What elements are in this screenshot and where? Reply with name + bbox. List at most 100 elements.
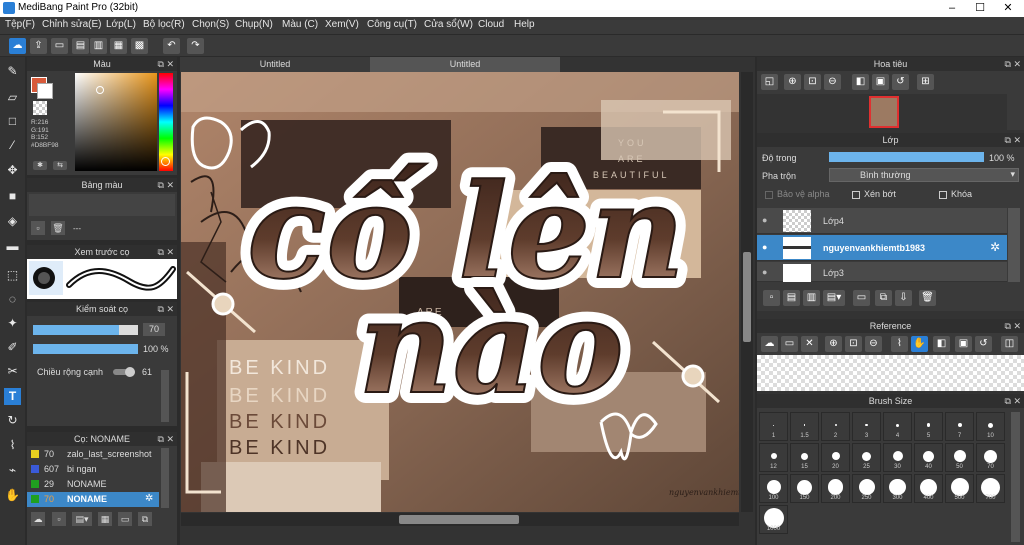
gradient-tool-icon[interactable]: ▬ bbox=[4, 238, 21, 255]
horizontal-scrollbar[interactable] bbox=[181, 513, 739, 526]
add-brush-icon[interactable]: ▤▾ bbox=[72, 512, 92, 526]
brush-opacity-slider[interactable] bbox=[33, 344, 138, 354]
brush-size-option[interactable]: 150 bbox=[790, 474, 819, 503]
layer-scrollbar[interactable] bbox=[1008, 208, 1020, 282]
ref-options-icon[interactable]: ◫ bbox=[1001, 336, 1018, 352]
menu-select[interactable]: Chọn(S) bbox=[192, 19, 229, 30]
shape-tool-icon[interactable]: □ bbox=[4, 113, 21, 130]
edge-width-toggle[interactable] bbox=[113, 367, 135, 377]
brush-size-option[interactable]: 15 bbox=[790, 443, 819, 472]
cloud-icon[interactable]: ☁ bbox=[9, 38, 26, 54]
brush-folder-icon[interactable]: ▭ bbox=[118, 512, 132, 526]
hand-tool-icon[interactable]: ✋ bbox=[4, 487, 21, 504]
artwork-canvas[interactable]: YOU ARE BEAUTIFUL ARE BE KIND BE KIND BE… bbox=[181, 72, 739, 512]
brush-size-option[interactable]: 1.5 bbox=[790, 412, 819, 441]
vertical-scroll-thumb[interactable] bbox=[743, 252, 751, 342]
undo-icon[interactable]: ↶ bbox=[163, 38, 180, 54]
brush-size-option[interactable]: 25 bbox=[852, 443, 881, 472]
new-layer-1bit-icon[interactable]: ▥ bbox=[803, 290, 820, 306]
brush-size-option[interactable]: 12 bbox=[759, 443, 788, 472]
layer-row-selected[interactable]: ● nguyenvankhiemtb1983 ✲ bbox=[757, 235, 1007, 261]
folder-icon[interactable]: ▭ bbox=[853, 290, 870, 306]
navigator-options-icon[interactable]: ⊞ bbox=[917, 74, 934, 90]
new-layer-icon[interactable]: ▫ bbox=[763, 290, 780, 306]
brush-size-option[interactable]: 2 bbox=[821, 412, 850, 441]
menu-tools[interactable]: Công cụ(T) bbox=[367, 19, 417, 30]
brush-size-option[interactable]: 200 bbox=[821, 474, 850, 503]
navigator-thumbnail[interactable] bbox=[869, 96, 899, 128]
blend-mode-select[interactable]: Bình thường ▾ bbox=[829, 168, 1019, 182]
document-icon[interactable]: ▥ bbox=[90, 38, 107, 54]
brush-size-option[interactable]: 4 bbox=[883, 412, 912, 441]
close-ref-icon[interactable]: ✕ bbox=[801, 336, 818, 352]
brush-size-option[interactable]: 5 bbox=[914, 412, 943, 441]
eyedropper-icon[interactable]: ⌇ bbox=[4, 437, 21, 454]
ref-fit-window-icon[interactable]: ▣ bbox=[955, 336, 972, 352]
menu-cloud[interactable]: Cloud bbox=[478, 19, 504, 30]
color-swap-button[interactable]: ⇆ bbox=[53, 161, 67, 170]
frames-icon[interactable]: ▦ bbox=[110, 38, 127, 54]
menu-color[interactable]: Màu (C) bbox=[282, 19, 318, 30]
fit-icon[interactable]: ▣ bbox=[872, 74, 889, 90]
eraser-tool-icon[interactable]: ▱ bbox=[4, 89, 21, 106]
cloud-ref-icon[interactable]: ☁ bbox=[761, 336, 778, 352]
new-brush-icon[interactable]: ▫ bbox=[52, 512, 66, 526]
redo-icon[interactable]: ↷ bbox=[187, 38, 204, 54]
brush-size-option[interactable]: 70 bbox=[976, 443, 1005, 472]
brush-list-item[interactable]: 607 bi ngan bbox=[27, 462, 159, 477]
merge-layer-icon[interactable]: ⇩ bbox=[895, 290, 912, 306]
ref-fit-icon[interactable]: ⊡ bbox=[845, 336, 862, 352]
page-icon[interactable]: ▤ bbox=[72, 38, 89, 54]
rotate-icon[interactable]: ↺ bbox=[892, 74, 909, 90]
brush-list-item-selected[interactable]: 70 NONAME ✲ bbox=[27, 492, 159, 507]
eye-icon[interactable]: ● bbox=[762, 267, 767, 277]
brush-size-value[interactable]: 70 bbox=[143, 323, 165, 336]
brush-size-option[interactable]: 10 bbox=[976, 412, 1005, 441]
menu-edit[interactable]: Chỉnh sửa(E) bbox=[42, 19, 102, 30]
brush-size-option[interactable]: 500 bbox=[945, 474, 974, 503]
ref-zoom-out-icon[interactable]: ⊖ bbox=[865, 336, 882, 352]
layer-row[interactable]: ● Lớp4 bbox=[757, 208, 1007, 234]
ref-hand-icon[interactable]: ✋ bbox=[911, 336, 928, 352]
move-tool-icon[interactable]: ✥ bbox=[4, 162, 21, 179]
protect-alpha-checkbox[interactable] bbox=[765, 191, 773, 199]
tab-untitled-1[interactable]: Untitled bbox=[180, 57, 370, 72]
minimize-button[interactable]: – bbox=[938, 0, 966, 17]
brush-settings-icon[interactable]: ✲ bbox=[145, 493, 153, 504]
transparent-swatch[interactable] bbox=[33, 101, 47, 115]
brush-size-option[interactable]: 40 bbox=[914, 443, 943, 472]
menu-file[interactable]: Tệp(F) bbox=[5, 19, 35, 30]
zoom-in-icon[interactable]: ⊕ bbox=[784, 74, 801, 90]
share-icon[interactable]: ⇪ bbox=[30, 38, 47, 54]
lock-checkbox[interactable] bbox=[939, 191, 947, 199]
delete-layer-icon[interactable]: 🗑 bbox=[919, 290, 936, 306]
menu-filter[interactable]: Bộ lọc(R) bbox=[143, 19, 185, 30]
menu-layer[interactable]: Lớp(L) bbox=[106, 19, 136, 30]
cloud-brush-icon[interactable]: ☁ bbox=[31, 512, 45, 526]
text-tool-icon[interactable]: T bbox=[4, 388, 21, 405]
brush-list-scrollbar[interactable] bbox=[161, 448, 169, 508]
reference-canvas[interactable] bbox=[757, 355, 1024, 391]
hue-slider[interactable] bbox=[159, 73, 173, 171]
pen-tool-icon[interactable]: ⌁ bbox=[4, 462, 21, 479]
operation-tool-icon[interactable]: ↻ bbox=[4, 412, 21, 429]
brush-size-option[interactable]: 250 bbox=[852, 474, 881, 503]
brush-size-scrollbar[interactable] bbox=[1011, 412, 1020, 542]
grid-icon[interactable]: ▩ bbox=[131, 38, 148, 54]
close-button[interactable]: ✕ bbox=[994, 0, 1022, 17]
open-ref-icon[interactable]: ▭ bbox=[781, 336, 798, 352]
new-layer-8bit-icon[interactable]: ▤ bbox=[783, 290, 800, 306]
brush-size-option[interactable]: 3 bbox=[852, 412, 881, 441]
ref-flip-icon[interactable]: ◧ bbox=[933, 336, 950, 352]
menu-help[interactable]: Help bbox=[514, 19, 535, 30]
hue-cursor[interactable] bbox=[161, 157, 170, 166]
brush-size-slider[interactable] bbox=[33, 325, 138, 335]
eye-icon[interactable]: ● bbox=[762, 242, 767, 252]
saturation-value-picker[interactable] bbox=[75, 73, 157, 171]
add-layer-dropdown-icon[interactable]: ▤▾ bbox=[823, 290, 845, 306]
brush-size-option[interactable]: 100 bbox=[759, 474, 788, 503]
lasso-tool-icon[interactable]: ◌ bbox=[4, 291, 21, 308]
brush-list-item[interactable]: 29 NONAME bbox=[27, 477, 159, 492]
brush-size-option[interactable]: 30 bbox=[883, 443, 912, 472]
horizontal-scroll-thumb[interactable] bbox=[399, 515, 519, 524]
